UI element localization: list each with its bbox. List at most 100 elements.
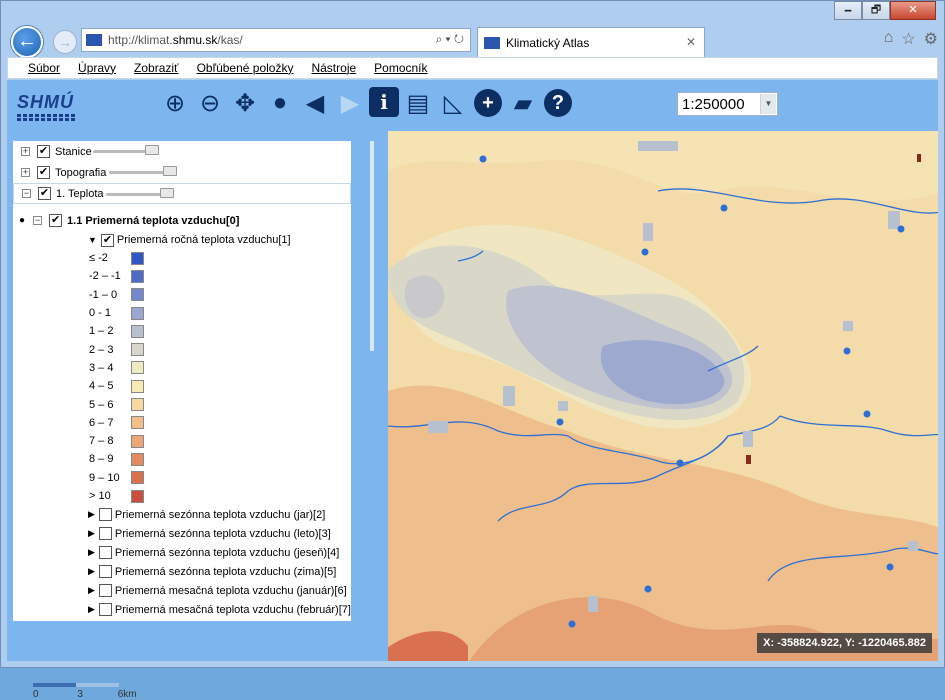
tab-close-icon[interactable]: ✕: [686, 35, 696, 49]
map-view[interactable]: X: -358824.922, Y: -1220465.882: [388, 131, 938, 661]
legend-label: 4 – 5: [89, 380, 114, 393]
legend-label: ≤ -2: [89, 252, 108, 265]
chevron-down-icon[interactable]: ▼: [760, 94, 776, 114]
layer-checkbox[interactable]: [98, 546, 112, 560]
site-favicon-icon: [86, 34, 102, 46]
sublayer-label: Priemerná sezónna teplota vzduchu (jar)[…: [114, 508, 326, 521]
legend-row: 7 – 8: [13, 432, 351, 450]
close-window-button[interactable]: ✕: [890, 1, 936, 20]
legend-row: ≤ -2: [13, 249, 351, 267]
expand-triangle-icon[interactable]: ▶: [88, 547, 95, 558]
legend-swatch: [131, 306, 144, 320]
expand-icon[interactable]: +: [21, 147, 30, 156]
temperature-map[interactable]: [388, 131, 938, 661]
layer-tree: + ✔ Stanice + ✔ Topografia − ✔ 1. Teplot…: [13, 141, 351, 621]
layer-checkbox[interactable]: [98, 565, 112, 579]
add-icon[interactable]: +: [474, 89, 502, 117]
layer-scrollbar[interactable]: [370, 141, 374, 623]
layer-checkbox[interactable]: [98, 584, 112, 598]
menu-subor[interactable]: Súbor: [28, 61, 60, 75]
legend-swatch: [131, 434, 144, 448]
layer-checkbox[interactable]: ✔: [49, 214, 63, 227]
slovakia-extent-icon[interactable]: ▰: [507, 87, 539, 119]
app-toolbar: SHMÚ ⊕ ⊖ ✥ ● ◀ ▶ i ▤ ◺ + ▰ ? 1:250000 ▼: [7, 80, 938, 131]
next-extent-icon[interactable]: ▶: [334, 87, 366, 119]
collapse-icon[interactable]: −: [22, 189, 31, 198]
layer-checkbox[interactable]: [98, 527, 112, 541]
measure-icon[interactable]: ◺: [437, 87, 469, 119]
search-dropdown-refresh-icons[interactable]: ⌕ ▾ ↻: [435, 32, 464, 47]
layer-checkbox[interactable]: ✔: [100, 233, 114, 247]
sublayer-label: Priemerná sezónna teplota vzduchu (leto)…: [114, 527, 331, 540]
expand-triangle-icon[interactable]: ▶: [88, 566, 95, 577]
layer-annual: ▼ ✔ Priemerná ročná teplota vzduchu[1]: [13, 231, 351, 249]
tool-buttons: ⊕ ⊖ ✥ ● ◀ ▶ i ▤ ◺ + ▰ ?: [159, 87, 574, 119]
expand-triangle-icon[interactable]: ▶: [88, 528, 95, 539]
legend-label: 8 – 9: [89, 453, 114, 466]
help-icon[interactable]: ?: [544, 89, 572, 117]
print-icon[interactable]: ▤: [402, 87, 434, 119]
zoom-out-icon[interactable]: ⊖: [194, 87, 226, 119]
title-bar: 🗕 🗗 ✕: [1, 1, 944, 23]
layer-checkbox[interactable]: [98, 508, 112, 522]
address-bar[interactable]: http://klimat.shmu.sk/kas/ ⌕ ▾ ↻: [81, 28, 471, 52]
back-button[interactable]: ←: [11, 26, 43, 58]
layer-checkbox[interactable]: ✔: [37, 145, 50, 158]
star-icon[interactable]: ☆: [901, 29, 915, 49]
expand-icon[interactable]: +: [21, 168, 30, 177]
sublayer-label: Priemerná sezónna teplota vzduchu (jeseň…: [114, 546, 340, 559]
menu-upravy[interactable]: Úpravy: [78, 61, 116, 75]
sublayer-item: ▶ Priemerná mesačná teplota vzduchu (febr…: [13, 600, 351, 619]
opacity-slider[interactable]: [93, 145, 159, 155]
legend-label: 5 – 6: [89, 398, 114, 411]
globe-icon[interactable]: ●: [264, 87, 296, 119]
expand-triangle-icon[interactable]: ▶: [88, 585, 95, 596]
legend-label: 7 – 8: [89, 435, 114, 448]
scale-select[interactable]: 1:250000 ▼: [677, 92, 778, 116]
info-icon[interactable]: i: [369, 87, 399, 117]
layer-checkbox[interactable]: ✔: [38, 187, 51, 200]
legend-swatch: [131, 471, 144, 485]
layer-label: 1.1 Priemerná teplota vzduchu[0]: [67, 214, 240, 227]
bullet-icon: ●: [19, 215, 26, 226]
layer-panel: + ✔ Stanice + ✔ Topografia − ✔ 1. Teplot…: [7, 131, 388, 700]
legend-label: 2 – 3: [89, 343, 114, 356]
legend-label: -2 – -1: [89, 270, 121, 283]
browser-toolbar-icons: ⌂ ☆ ⚙: [884, 29, 938, 49]
gear-icon[interactable]: ⚙: [924, 29, 938, 49]
menu-pomocnik[interactable]: Pomocník: [374, 61, 427, 75]
shmu-logo: SHMÚ: [17, 92, 77, 121]
legend-row: 8 – 9: [13, 450, 351, 468]
legend-row: > 10: [13, 487, 351, 505]
opacity-slider[interactable]: [109, 166, 177, 176]
zoom-in-icon[interactable]: ⊕: [159, 87, 191, 119]
scale-tick: 6km: [117, 689, 137, 700]
pan-icon[interactable]: ✥: [229, 87, 261, 119]
sublayer-item: ▶ Priemerná sezónna teplota vzduchu (leto…: [13, 524, 351, 543]
minimize-button[interactable]: 🗕: [834, 1, 862, 20]
home-icon[interactable]: ⌂: [884, 29, 894, 49]
collapse-icon[interactable]: −: [33, 216, 43, 225]
legend-swatch: [131, 489, 144, 503]
scroll-thumb[interactable]: [370, 141, 374, 351]
collapse-triangle-icon[interactable]: ▼: [88, 235, 97, 245]
layer-checkbox[interactable]: [98, 603, 112, 617]
legend-row: 9 – 10: [13, 469, 351, 487]
menu-bar: Súbor Úpravy Zobraziť Obľúbené položky N…: [7, 57, 938, 79]
forward-button[interactable]: →: [53, 30, 77, 54]
expand-triangle-icon[interactable]: ▶: [88, 509, 95, 520]
legend-row: 3 – 4: [13, 359, 351, 377]
opacity-slider[interactable]: [106, 188, 174, 198]
layer-checkbox[interactable]: ✔: [37, 166, 50, 179]
expand-triangle-icon[interactable]: ▶: [88, 604, 95, 615]
scale-value: 1:250000: [682, 95, 745, 113]
tab-klimaticky-atlas[interactable]: Klimatický Atlas ✕: [477, 27, 705, 57]
menu-zobrazit[interactable]: Zobraziť: [134, 61, 179, 75]
previous-extent-icon[interactable]: ◀: [299, 87, 331, 119]
legend-swatch: [131, 361, 144, 375]
menu-oblubene[interactable]: Obľúbené položky: [197, 61, 294, 75]
restore-button[interactable]: 🗗: [862, 1, 890, 20]
menu-nastroje[interactable]: Nástroje: [311, 61, 356, 75]
sublayer-item: ▶ Priemerná sezónna teplota vzduchu (zima…: [13, 562, 351, 581]
legend-swatch: [131, 269, 144, 283]
